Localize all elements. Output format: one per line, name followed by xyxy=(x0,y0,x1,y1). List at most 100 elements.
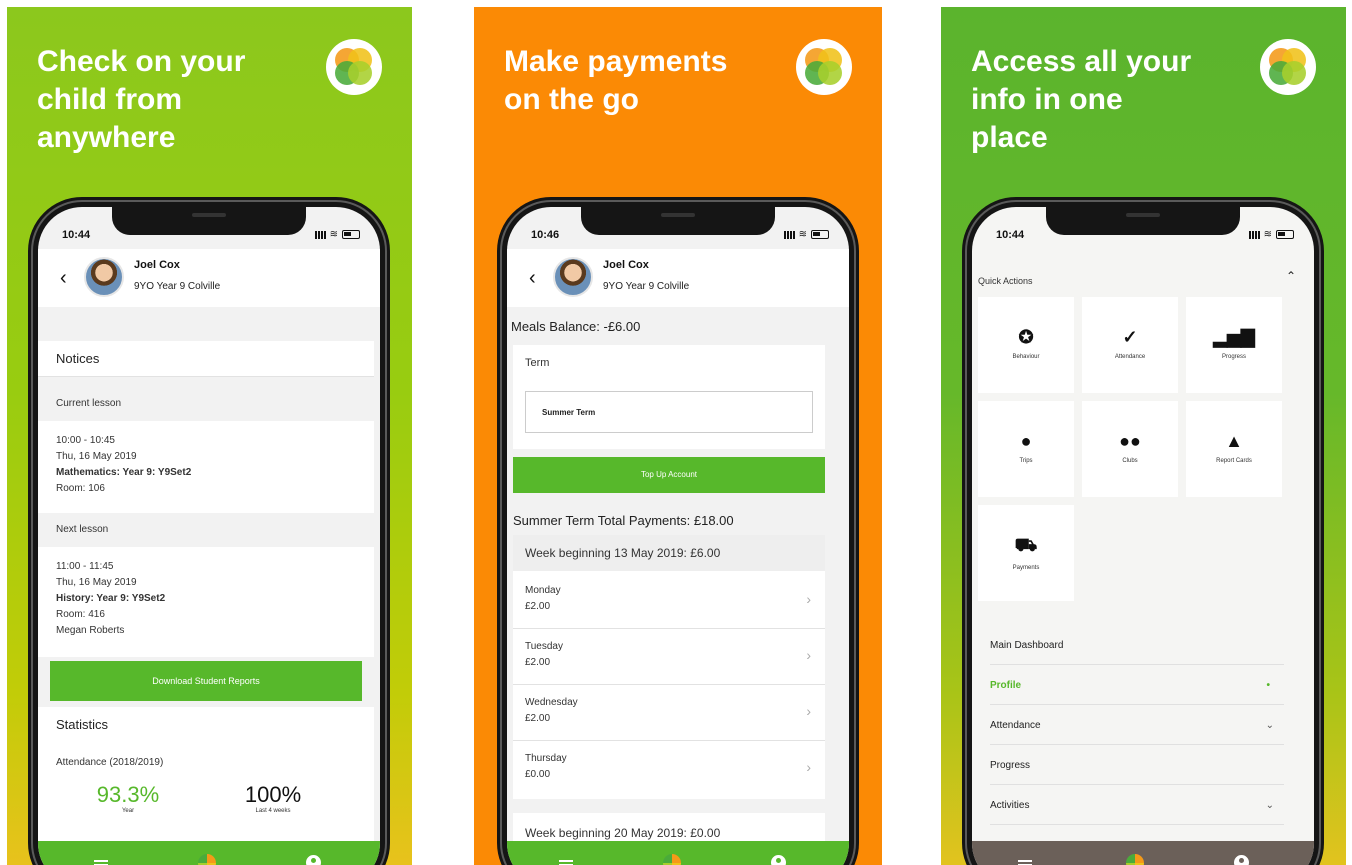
home-logo-icon[interactable] xyxy=(663,854,681,865)
day-amount: £2.00 xyxy=(525,657,551,668)
headline-line: Access all your xyxy=(971,45,1192,78)
profile-icon[interactable] xyxy=(771,855,786,865)
battery-icon xyxy=(1276,230,1294,239)
home-logo-icon[interactable] xyxy=(198,854,216,865)
phone-notch xyxy=(112,207,306,235)
lesson-date: Thu, 16 May 2019 xyxy=(56,451,137,462)
status-time: 10:44 xyxy=(996,229,1025,241)
top-up-button[interactable]: Top Up Account xyxy=(513,457,825,493)
profile-icon[interactable] xyxy=(1234,855,1249,865)
tile-label: Trips xyxy=(1019,458,1033,464)
lesson-teacher: Megan Roberts xyxy=(56,625,125,636)
day-amount: £2.00 xyxy=(525,601,551,612)
quick-action-attendance[interactable]: ✓ Attendance xyxy=(1082,297,1178,393)
child-name: Joel Cox xyxy=(603,259,649,271)
menu-activities[interactable]: Activities ⌄ xyxy=(990,787,1284,825)
term-card: Term Summer Term xyxy=(513,345,825,449)
menu-attendance[interactable]: Attendance ⌄ xyxy=(990,707,1284,745)
back-chevron-icon[interactable]: ‹ xyxy=(60,267,67,290)
panel-headline: Make payments on the go xyxy=(504,43,727,119)
menu-icon[interactable] xyxy=(559,857,573,865)
menu-label: Profile xyxy=(990,680,1022,691)
next-week-header: Week beginning 20 May 2019: £0.00 xyxy=(513,813,825,843)
menu-profile[interactable]: Profile • xyxy=(990,667,1284,705)
day-name: Tuesday xyxy=(525,641,563,652)
next-lesson-card[interactable]: 11:00 - 11:45 Thu, 16 May 2019 History: … xyxy=(38,547,374,657)
stat-weeks-label: Last 4 weeks xyxy=(255,808,291,814)
quick-action-behaviour[interactable]: ✪ Behaviour xyxy=(978,297,1074,393)
phone-notch xyxy=(581,207,775,235)
child-header: ‹ Joel Cox 9YO Year 9 Colville xyxy=(38,249,380,307)
quick-action-trips[interactable]: ● Trips xyxy=(978,401,1074,497)
current-lesson-label: Current lesson xyxy=(38,387,374,421)
award-icon: ✪ xyxy=(1018,327,1034,347)
bar-chart-icon: ▂▅▇ xyxy=(1213,327,1255,347)
stat-year: 93.3% Year xyxy=(88,784,168,819)
term-select[interactable]: Summer Term xyxy=(525,391,813,433)
day-row[interactable]: Tuesday £2.00 › xyxy=(513,629,825,685)
chevron-down-icon: ⌄ xyxy=(1265,800,1274,811)
chevron-right-icon: › xyxy=(806,591,811,607)
phone-screen: 10:46 ≋ ‹ Joel Cox 9YO Year 9 Colville M… xyxy=(507,207,849,865)
menu-label: Activities xyxy=(990,800,1030,811)
location-pin-icon: ● xyxy=(1020,431,1032,451)
day-row[interactable]: Monday £2.00 › xyxy=(513,573,825,629)
tile-label: Payments xyxy=(1012,565,1040,571)
quick-action-progress[interactable]: ▂▅▇ Progress xyxy=(1186,297,1282,393)
chevron-up-icon[interactable]: ⌃ xyxy=(1286,269,1296,283)
avatar xyxy=(84,257,124,297)
active-dot-icon: • xyxy=(1266,680,1270,691)
promo-panel-payments: Make payments on the go 10:46 ≋ ‹ Joel C… xyxy=(474,7,882,865)
panel-headline: Access all your info in one place xyxy=(971,43,1191,157)
person-icon: ▲ xyxy=(1225,431,1243,451)
panel-headline: Check on your child from anywhere xyxy=(37,43,245,157)
lesson-subject: History: Year 9: Y9Set2 xyxy=(56,593,166,604)
status-icons: ≋ xyxy=(783,229,829,240)
wifi-icon: ≋ xyxy=(329,229,339,240)
group-icon: ●● xyxy=(1119,431,1141,451)
status-icons: ≋ xyxy=(314,229,360,240)
signal-icon xyxy=(314,230,327,239)
notices-heading: Notices xyxy=(38,341,374,377)
tile-label: Clubs xyxy=(1122,458,1138,464)
phone-frame: 10:44 ≋ ‹ Joel Cox 9YO Year 9 Colville N… xyxy=(28,197,390,865)
phone-notch xyxy=(1046,207,1240,235)
home-logo-icon[interactable] xyxy=(1126,854,1144,865)
headline-line: Check on your xyxy=(37,45,246,78)
spacer xyxy=(38,307,380,341)
menu-main-dashboard[interactable]: Main Dashboard xyxy=(990,627,1284,665)
app-logo-icon xyxy=(1260,39,1316,95)
status-time: 10:46 xyxy=(531,229,560,241)
app-logo-icon xyxy=(796,39,852,95)
day-row[interactable]: Wednesday £2.00 › xyxy=(513,685,825,741)
profile-icon[interactable] xyxy=(306,855,321,865)
menu-icon[interactable] xyxy=(1018,857,1032,865)
battery-icon xyxy=(811,230,829,239)
bottom-tab-bar xyxy=(972,841,1314,865)
menu-progress[interactable]: Progress xyxy=(990,747,1284,785)
menu-icon[interactable] xyxy=(94,857,108,865)
current-lesson-card[interactable]: 10:00 - 10:45 Thu, 16 May 2019 Mathemati… xyxy=(38,421,374,513)
day-row[interactable]: Thursday £0.00 › xyxy=(513,741,825,797)
lesson-time: 10:00 - 10:45 xyxy=(56,435,115,446)
headline-line: anywhere xyxy=(37,121,176,154)
quick-action-clubs[interactable]: ●● Clubs xyxy=(1082,401,1178,497)
statistics-card: Attendance (2018/2019) 93.3% Year 100% L… xyxy=(38,743,374,843)
download-reports-button[interactable]: Download Student Reports xyxy=(50,661,362,701)
child-meta: 9YO Year 9 Colville xyxy=(603,281,690,292)
phone-screen: 10:44 ≋ ‹ Joel Cox 9YO Year 9 Colville N… xyxy=(38,207,380,865)
status-time: 10:44 xyxy=(62,229,91,241)
quick-action-report-cards[interactable]: ▲ Report Cards xyxy=(1186,401,1282,497)
quick-action-payments[interactable]: ⛟ Payments xyxy=(978,505,1074,601)
tile-label: Attendance xyxy=(1114,354,1146,360)
status-icons: ≋ xyxy=(1248,229,1294,240)
child-name: Joel Cox xyxy=(134,259,180,271)
lesson-subject: Mathematics: Year 9: Y9Set2 xyxy=(56,467,192,478)
chevron-right-icon: › xyxy=(806,759,811,775)
headline-line: info in one xyxy=(971,83,1123,116)
wifi-icon: ≋ xyxy=(1263,229,1273,240)
tile-label: Progress xyxy=(1221,354,1246,360)
back-chevron-icon[interactable]: ‹ xyxy=(529,267,536,290)
term-label: Term xyxy=(525,357,550,369)
attendance-label: Attendance (2018/2019) xyxy=(56,757,164,768)
